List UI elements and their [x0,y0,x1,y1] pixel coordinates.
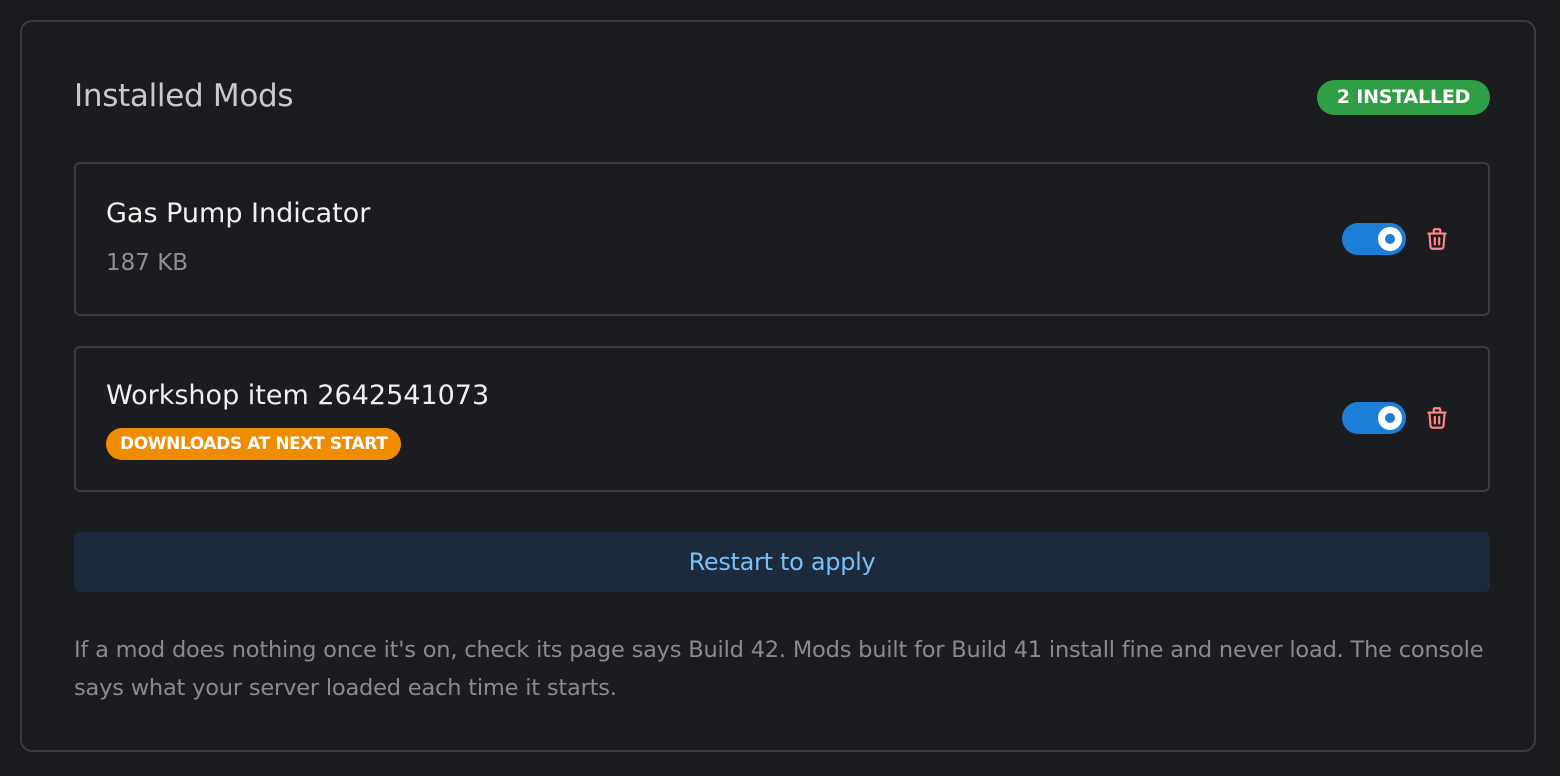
toggle-knob [1378,406,1402,430]
trash-icon[interactable] [1424,226,1450,252]
mod-name: Workshop item 2642541073 [106,380,490,411]
mod-enabled-toggle[interactable] [1342,223,1406,255]
mod-enabled-toggle[interactable] [1342,402,1406,434]
panel-title: Installed Mods [74,78,294,114]
restart-to-apply-button[interactable]: Restart to apply [74,532,1490,592]
installed-count-badge: 2 INSTALLED [1317,80,1490,115]
downloads-at-next-start-badge: DOWNLOADS AT NEXT START [106,428,402,460]
trash-icon[interactable] [1424,405,1450,431]
mod-card: Workshop item 2642541073 DOWNLOADS AT NE… [74,346,1490,492]
mod-size: 187 KB [106,250,189,276]
help-text: If a mod does nothing once it's on, chec… [74,637,1484,701]
toggle-knob [1378,227,1402,251]
installed-mods-panel: Installed Mods 2 INSTALLED Gas Pump Indi… [20,20,1536,752]
mod-name: Gas Pump Indicator [106,198,371,229]
mod-card: Gas Pump Indicator 187 KB [74,162,1490,316]
